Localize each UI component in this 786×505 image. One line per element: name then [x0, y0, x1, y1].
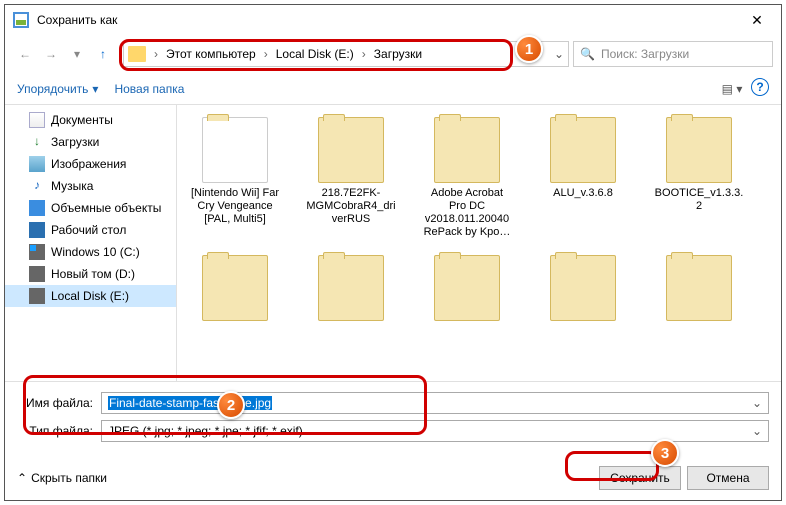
filename-label: Имя файла: — [17, 396, 101, 410]
filetype-label: Тип файла: — [17, 424, 101, 438]
sidebar-item[interactable]: Документы — [5, 109, 176, 131]
sidebar-label: Изображения — [51, 157, 126, 171]
sidebar-icon — [29, 200, 45, 216]
chevron-up-icon: ⌃ — [17, 471, 27, 485]
filename-input[interactable]: Final-date-stamp-faststone.jpg ⌄ — [101, 392, 769, 414]
folder-icon — [202, 255, 268, 321]
sidebar-icon — [29, 112, 45, 128]
file-name: BOOTICE_v1.3.3.2 — [653, 187, 745, 213]
footer: ⌃ Скрыть папки Сохранить Отмена — [5, 456, 781, 500]
folder-icon — [202, 117, 268, 183]
sidebar-icon — [29, 244, 45, 260]
file-item[interactable] — [189, 255, 281, 325]
filetype-select[interactable]: JPEG (*.jpg; *.jpeg; *.jpe; *.jfif; *.ex… — [101, 420, 769, 442]
sidebar-icon — [29, 222, 45, 238]
view-options-button[interactable]: ▤ ▾ — [721, 78, 743, 100]
sidebar-icon — [29, 134, 45, 150]
sidebar-item[interactable]: Изображения — [5, 153, 176, 175]
file-name: Adobe Acrobat Pro DC v2018.011.20040 ReP… — [421, 187, 513, 239]
new-folder-button[interactable]: Новая папка — [114, 82, 184, 96]
file-grid: [Nintendo Wii] Far Cry Vengeance [PAL, M… — [177, 105, 781, 381]
file-item[interactable] — [305, 255, 397, 325]
nav-up-button[interactable]: ↑ — [91, 42, 115, 66]
chevron-right-icon[interactable]: › — [262, 47, 270, 61]
sidebar-label: Музыка — [51, 179, 93, 193]
sidebar-icon — [29, 288, 45, 304]
folder-icon — [666, 117, 732, 183]
sidebar-item[interactable]: Local Disk (E:) — [5, 285, 176, 307]
breadcrumb[interactable]: › Этот компьютер › Local Disk (E:) › Заг… — [123, 41, 569, 67]
file-item[interactable] — [421, 255, 513, 325]
cancel-button[interactable]: Отмена — [687, 466, 769, 490]
folder-icon — [434, 255, 500, 321]
sidebar-label: Загрузки — [51, 135, 99, 149]
file-item[interactable] — [537, 255, 629, 325]
sidebar-icon — [29, 156, 45, 172]
file-name: 218.7E2FK-MGMCobraR4_driverRUS — [305, 187, 397, 226]
nav-forward-button[interactable]: → — [39, 42, 63, 66]
sidebar-icon — [29, 266, 45, 282]
sidebar-label: Local Disk (E:) — [51, 289, 129, 303]
sidebar-item[interactable]: Загрузки — [5, 131, 176, 153]
close-button[interactable]: ✕ — [741, 12, 773, 29]
breadcrumb-folder[interactable]: Загрузки — [370, 45, 426, 63]
folder-icon — [666, 255, 732, 321]
breadcrumb-expand[interactable]: ⌄ — [554, 47, 564, 61]
folder-icon — [318, 117, 384, 183]
sidebar-item[interactable]: Windows 10 (C:) — [5, 241, 176, 263]
chevron-down-icon: ▾ — [92, 82, 98, 96]
sidebar-item[interactable]: Объемные объекты — [5, 197, 176, 219]
search-input[interactable]: 🔍 Поиск: Загрузки — [573, 41, 773, 67]
breadcrumb-drive[interactable]: Local Disk (E:) — [272, 45, 358, 63]
breadcrumb-root[interactable]: Этот компьютер — [162, 45, 260, 63]
sidebar-item[interactable]: Музыка — [5, 175, 176, 197]
folder-icon — [550, 117, 616, 183]
nav-back-button[interactable]: ← — [13, 42, 37, 66]
app-icon — [13, 12, 29, 28]
address-row: ← → ▾ ↑ › Этот компьютер › Local Disk (E… — [5, 35, 781, 73]
file-name: ALU_v.3.6.8 — [537, 187, 629, 200]
help-button[interactable]: ? — [751, 78, 769, 96]
chevron-right-icon[interactable]: › — [360, 47, 368, 61]
file-item[interactable]: [Nintendo Wii] Far Cry Vengeance [PAL, M… — [189, 117, 281, 239]
hide-folders-button[interactable]: ⌃ Скрыть папки — [17, 471, 107, 485]
file-item[interactable]: Adobe Acrobat Pro DC v2018.011.20040 ReP… — [421, 117, 513, 239]
chevron-right-icon[interactable]: › — [152, 47, 160, 61]
filename-panel: Имя файла: Final-date-stamp-faststone.jp… — [5, 382, 781, 456]
sidebar-label: Рабочий стол — [51, 223, 126, 237]
file-item[interactable] — [653, 255, 745, 325]
search-icon: 🔍 — [580, 47, 595, 61]
folder-icon — [318, 255, 384, 321]
save-button[interactable]: Сохранить — [599, 466, 681, 490]
nav-recent-button[interactable]: ▾ — [65, 42, 89, 66]
sidebar-item[interactable]: Новый том (D:) — [5, 263, 176, 285]
folder-icon — [550, 255, 616, 321]
titlebar: Сохранить как ✕ — [5, 5, 781, 35]
toolbar: Упорядочить ▾ Новая папка ▤ ▾ ? — [5, 73, 781, 105]
chevron-down-icon[interactable]: ⌄ — [752, 424, 762, 438]
sidebar-label: Объемные объекты — [51, 201, 161, 215]
file-item[interactable]: 218.7E2FK-MGMCobraR4_driverRUS — [305, 117, 397, 239]
sidebar-label: Новый том (D:) — [51, 267, 135, 281]
organize-button[interactable]: Упорядочить ▾ — [17, 82, 98, 96]
sidebar-label: Документы — [51, 113, 113, 127]
save-as-dialog: Сохранить как ✕ ← → ▾ ↑ › Этот компьютер… — [4, 4, 782, 501]
sidebar-item[interactable]: Рабочий стол — [5, 219, 176, 241]
sidebar-icon — [29, 178, 45, 194]
search-placeholder: Поиск: Загрузки — [601, 47, 689, 61]
file-name: [Nintendo Wii] Far Cry Vengeance [PAL, M… — [189, 187, 281, 226]
window-title: Сохранить как — [37, 13, 741, 27]
file-item[interactable]: ALU_v.3.6.8 — [537, 117, 629, 239]
folder-icon — [128, 46, 146, 62]
chevron-down-icon[interactable]: ⌄ — [752, 396, 762, 410]
file-item[interactable]: BOOTICE_v1.3.3.2 — [653, 117, 745, 239]
sidebar: Документы Загрузки Изображения Музыка Объемн… — [5, 105, 177, 381]
sidebar-label: Windows 10 (C:) — [51, 245, 140, 259]
folder-icon — [434, 117, 500, 183]
